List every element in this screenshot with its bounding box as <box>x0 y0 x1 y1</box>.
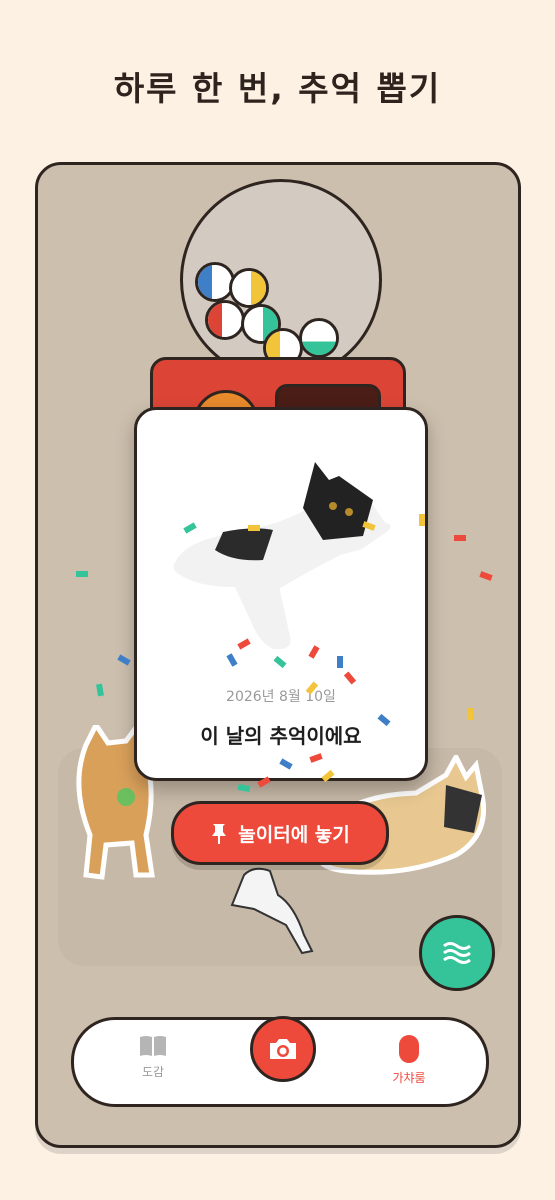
cat-sticker-white <box>230 867 314 955</box>
wave-button[interactable] <box>419 915 495 991</box>
memory-date: 2026년 8월 10일 <box>226 689 336 705</box>
result-card: 2026년 8월 10일 이 날의 추억이에요 <box>134 407 428 781</box>
wave-icon <box>443 942 471 964</box>
confetti <box>479 571 493 581</box>
place-button-label: 놀이터에 놓기 <box>238 823 350 846</box>
camera-icon <box>270 1039 296 1059</box>
capsule-icon <box>399 1035 419 1063</box>
gacha-globe <box>180 179 382 381</box>
pin-icon <box>212 824 227 844</box>
camera-button[interactable] <box>250 1016 316 1082</box>
confetti <box>337 656 343 668</box>
confetti <box>248 525 260 531</box>
confetti <box>419 514 425 526</box>
confetti <box>454 535 466 541</box>
memory-title: 이 날의 추억이에요 <box>200 724 362 748</box>
tab-gacha-room-label: 가챠룸 <box>392 1071 426 1085</box>
tab-collection-label: 도감 <box>141 1065 165 1079</box>
tab-collection[interactable]: 도감 <box>108 1034 198 1080</box>
capsule-ball <box>299 318 339 358</box>
book-icon <box>140 1036 166 1056</box>
app-screen: 2026년 8월 10일 이 날의 추억이에요 놀이터에 놓기 도감 가챠룸 <box>35 162 521 1148</box>
bottom-tab-bar: 도감 가챠룸 <box>71 1016 489 1107</box>
tab-gacha-room[interactable]: 가챠룸 <box>364 1034 454 1086</box>
capsule-ball <box>205 300 245 340</box>
confetti <box>96 683 104 697</box>
confetti <box>467 708 473 720</box>
confetti <box>76 571 88 577</box>
place-on-playground-button[interactable]: 놀이터에 놓기 <box>171 801 389 865</box>
headline: 하루 한 번, 추억 뽑기 <box>113 69 442 108</box>
cat-photo-sticker <box>167 455 397 656</box>
confetti <box>117 654 131 666</box>
